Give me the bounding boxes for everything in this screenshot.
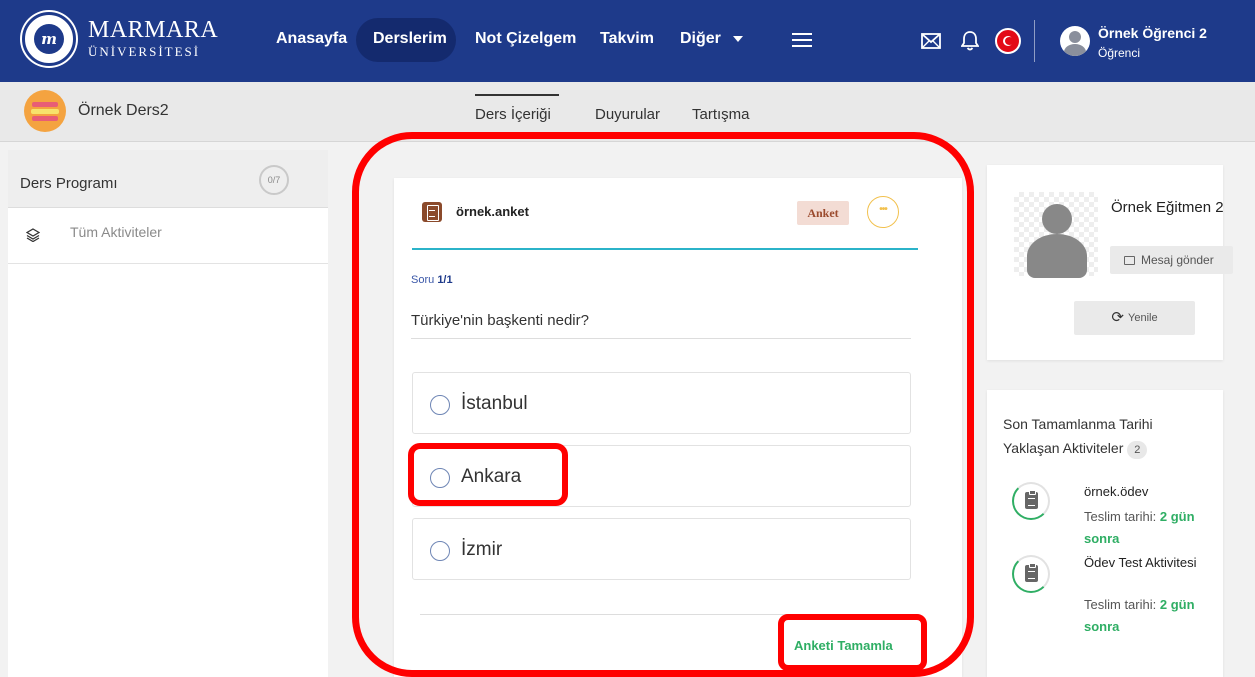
- instructor-avatar: [1014, 192, 1098, 278]
- brand[interactable]: MARMARA ÜNİVERSİTESİ: [88, 18, 218, 58]
- sidebar-item-label: Tüm Aktiviteler: [70, 224, 162, 240]
- highlight-complete-button: [778, 614, 927, 671]
- due-label: Teslim tarihi:: [1084, 509, 1157, 524]
- activity-due: Teslim tarihi: 2 gün sonra: [1084, 594, 1204, 638]
- sidebar-item-tum-aktiviteler[interactable]: Tüm Aktiviteler: [8, 208, 328, 264]
- upcoming-title: Son Tamamlanma Tarihi Yaklaşan Aktivitel…: [1003, 412, 1203, 460]
- nav-divider: [1034, 20, 1035, 62]
- upcoming-activities-card: Son Tamamlanma Tarihi Yaklaşan Aktivitel…: [987, 390, 1223, 677]
- user-avatar[interactable]: [1060, 26, 1090, 56]
- user-role: Öğrenci: [1098, 46, 1141, 60]
- course-avatar: [24, 90, 66, 132]
- activity-name[interactable]: Ödev Test Aktivitesi: [1084, 555, 1204, 570]
- upcoming-title-line2: Yaklaşan Aktiviteler: [1003, 440, 1124, 456]
- bell-icon[interactable]: [960, 30, 980, 56]
- tab-tartisma[interactable]: Tartışma: [692, 106, 750, 123]
- top-navbar: m MARMARA ÜNİVERSİTESİ Anasayfa Dersleri…: [0, 0, 1255, 82]
- upcoming-title-line1: Son Tamamlanma Tarihi: [1003, 416, 1153, 432]
- university-logo[interactable]: m: [22, 12, 76, 66]
- mail-icon[interactable]: [921, 33, 941, 54]
- nav-derslerim[interactable]: Derslerim: [373, 30, 447, 48]
- highlight-survey-region: [352, 132, 974, 677]
- message-icon: [1124, 256, 1135, 265]
- brand-name: MARMARA: [88, 17, 219, 43]
- activity-progress-circle: [1012, 482, 1050, 520]
- course-title: Örnek Ders2: [78, 102, 169, 119]
- refresh-button[interactable]: ⟳ Yenile: [1074, 301, 1195, 335]
- refresh-icon: ⟳: [1111, 309, 1124, 326]
- nav-diger-label: Diğer: [680, 30, 721, 47]
- sidebar-header: Ders Programı 0/7: [8, 150, 328, 208]
- user-name[interactable]: Örnek Öğrenci 2: [1098, 25, 1207, 41]
- activity-due: Teslim tarihi: 2 gün sonra: [1084, 506, 1204, 550]
- instructor-card: Örnek Eğitmen 2 Mesaj gönder ⟳ Yenile: [987, 165, 1233, 360]
- clipboard-icon: [1025, 490, 1038, 509]
- send-message-button[interactable]: Mesaj gönder: [1110, 246, 1233, 274]
- due-label: Teslim tarihi:: [1084, 597, 1157, 612]
- highlight-ankara-option: [408, 443, 568, 506]
- upcoming-count-badge: 2: [1127, 441, 1148, 459]
- nav-anasayfa[interactable]: Anasayfa: [276, 30, 347, 48]
- nav-diger[interactable]: Diğer: [680, 30, 744, 48]
- layers-icon: [25, 228, 41, 247]
- nav-takvim[interactable]: Takvim: [600, 30, 654, 48]
- tab-duyurular[interactable]: Duyurular: [595, 106, 660, 123]
- chevron-down-icon: [733, 30, 744, 48]
- progress-indicator: 0/7: [259, 165, 289, 195]
- activity-name[interactable]: örnek.ödev: [1084, 484, 1204, 499]
- sidebar-title: Ders Programı: [20, 175, 118, 192]
- send-message-label: Mesaj gönder: [1141, 253, 1214, 267]
- tab-ders-icerigi[interactable]: Ders İçeriği: [475, 106, 551, 123]
- tr-flag-icon[interactable]: [995, 28, 1021, 54]
- menu-icon[interactable]: [792, 32, 812, 53]
- course-sidebar: Ders Programı 0/7 Tüm Aktiviteler: [8, 150, 328, 677]
- active-tab-indicator: [475, 94, 559, 96]
- instructor-name: Örnek Eğitmen 2: [1111, 199, 1224, 216]
- nav-not-cizelgem[interactable]: Not Çizelgem: [475, 30, 576, 48]
- brand-sub: ÜNİVERSİTESİ: [88, 44, 201, 59]
- clipboard-icon: [1025, 563, 1038, 582]
- refresh-label: Yenile: [1128, 312, 1158, 324]
- activity-progress-circle: [1012, 555, 1050, 593]
